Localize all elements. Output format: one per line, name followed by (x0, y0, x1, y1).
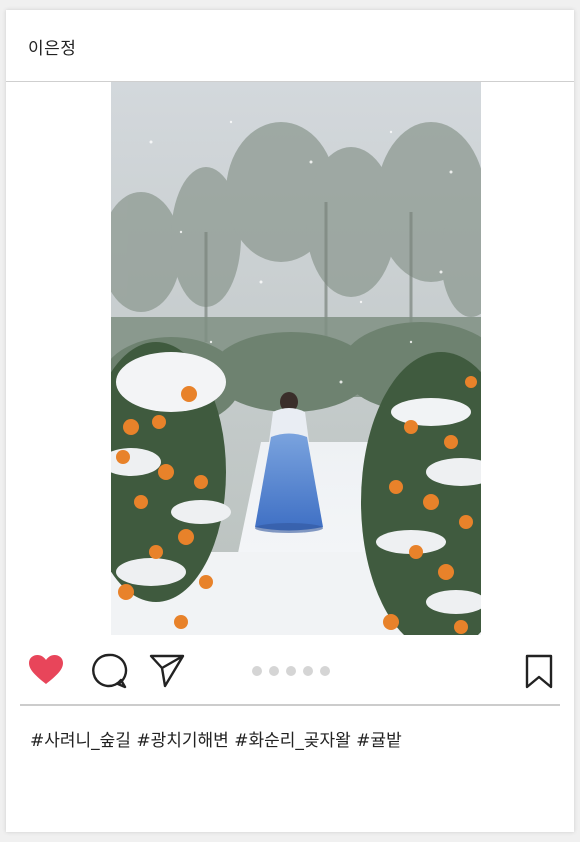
post-caption: #사려니_숲길 #광치기해변 #화순리_곶자왈 #귤밭 (30, 731, 402, 751)
send-icon[interactable] (148, 652, 186, 690)
comment-icon[interactable] (90, 652, 128, 690)
bookmark-icon[interactable] (524, 654, 554, 690)
photo-illustration (111, 82, 481, 635)
post-card: 이은정 #사려니_숲길 #광치기해변 #화순리_곶자왈 #귤밭 (6, 10, 574, 832)
carousel-dot[interactable] (303, 666, 313, 676)
carousel-dot[interactable] (286, 666, 296, 676)
username[interactable]: 이은정 (28, 34, 76, 59)
post-header: 이은정 (6, 10, 574, 82)
carousel-dot[interactable] (269, 666, 279, 676)
heart-icon[interactable] (28, 654, 64, 686)
post-photo[interactable] (111, 82, 481, 635)
carousel-indicator (252, 666, 330, 676)
divider (20, 704, 560, 706)
carousel-dot[interactable] (252, 666, 262, 676)
action-bar (6, 650, 574, 706)
carousel-dot[interactable] (320, 666, 330, 676)
